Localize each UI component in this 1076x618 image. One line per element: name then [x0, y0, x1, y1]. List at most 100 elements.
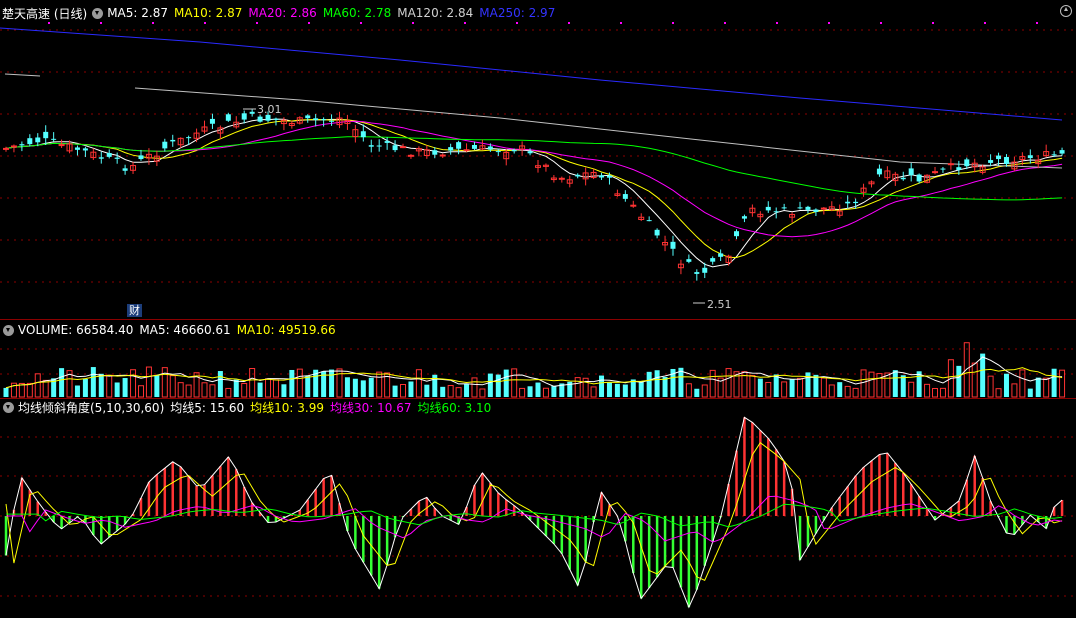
candle-body — [439, 154, 446, 157]
event-marker — [724, 22, 726, 24]
volume-bar — [638, 381, 644, 397]
volume-bar — [630, 379, 636, 397]
volume-bar — [479, 388, 486, 398]
event-marker — [360, 22, 362, 24]
volume-bar — [900, 375, 906, 397]
candle-body — [170, 139, 176, 142]
candle-body — [702, 267, 708, 273]
volume-bar — [265, 378, 272, 398]
volume-bar — [511, 368, 518, 398]
volume-bar — [360, 380, 366, 397]
volume-bar — [852, 387, 859, 398]
candle-body — [996, 155, 1002, 160]
ma120-line — [4, 73, 41, 77]
candle-body — [710, 258, 716, 262]
volume-bar — [201, 382, 208, 398]
candle-body — [599, 175, 605, 178]
volume-bar — [828, 384, 835, 398]
ma250-line — [0, 27, 1063, 121]
candle-body — [27, 138, 33, 145]
volume-bar — [924, 383, 931, 398]
candle-body — [241, 113, 247, 120]
volume-bar — [455, 387, 462, 398]
volume-bar — [392, 385, 398, 397]
candle-body — [471, 144, 477, 149]
volume-bar — [614, 383, 620, 397]
volume-bar — [447, 385, 454, 398]
candle-body — [781, 207, 787, 209]
candle-body — [947, 163, 954, 166]
volume-bar — [209, 384, 216, 398]
candle-body — [694, 272, 700, 274]
candle-body — [1003, 156, 1009, 164]
candle-body — [940, 168, 946, 170]
kline-chart[interactable]: 3.01 2.51 — [0, 0, 1076, 618]
candle-body — [575, 174, 581, 177]
volume-bar — [1059, 369, 1066, 398]
candle-body — [106, 153, 112, 157]
volume-bar — [122, 378, 128, 397]
volume-bar — [98, 373, 104, 397]
volume-bar — [257, 382, 263, 397]
volume-bar — [329, 369, 335, 397]
candle-body — [138, 155, 144, 160]
event-marker — [464, 22, 466, 24]
volume-bar — [987, 375, 994, 398]
candle-body — [670, 241, 676, 249]
candle-body — [162, 141, 168, 149]
volume-bar — [74, 385, 80, 397]
volume-bar — [797, 377, 804, 398]
event-marker — [568, 22, 570, 24]
candle-body — [1051, 154, 1057, 156]
volume-bar — [654, 370, 660, 397]
volume-bar — [289, 369, 295, 397]
candle-body — [487, 146, 493, 150]
volume-bar — [781, 381, 788, 398]
candle-body — [257, 116, 263, 122]
candle-body — [225, 114, 231, 121]
volume-bar — [599, 375, 605, 397]
candle-body — [765, 206, 771, 211]
volume-bar — [376, 371, 383, 398]
volume-bar — [344, 377, 350, 397]
volume-bar — [1043, 377, 1050, 398]
event-marker — [308, 22, 310, 24]
volume-bar — [844, 385, 851, 398]
event-marker — [828, 22, 830, 24]
candle-body — [392, 145, 398, 151]
volume-bar — [225, 387, 232, 398]
volume-bar — [590, 386, 597, 398]
candle-body — [686, 259, 692, 262]
candle-body — [10, 145, 17, 148]
candle-body — [43, 131, 49, 139]
volume-bar — [90, 367, 96, 397]
event-marker — [776, 22, 778, 24]
candle-body — [1027, 155, 1033, 159]
candle-body — [797, 207, 803, 209]
candle-body — [463, 149, 470, 152]
volume-bar — [646, 371, 652, 397]
volume-bar — [956, 365, 962, 397]
volume-bar — [400, 383, 407, 398]
event-marker — [932, 22, 934, 24]
volume-bar — [352, 378, 358, 397]
volume-bar — [185, 384, 192, 398]
event-marker — [204, 22, 206, 24]
volume-bar — [606, 382, 612, 397]
event-marker — [1036, 22, 1038, 24]
volume-bar — [995, 388, 1002, 398]
candle-body — [606, 175, 612, 178]
candle-body — [654, 229, 660, 236]
volume-bar — [34, 373, 41, 398]
volume-bar — [892, 370, 898, 397]
candle-body — [360, 131, 366, 138]
volume-bar — [272, 379, 279, 398]
volume-bar — [161, 367, 168, 398]
volume-bar — [1003, 373, 1009, 397]
volume-bar — [694, 388, 700, 397]
volume-bar — [241, 382, 248, 398]
candle-body — [527, 151, 533, 154]
candle-body — [3, 147, 9, 150]
volume-bar — [424, 384, 430, 397]
volume-bar — [542, 387, 549, 398]
